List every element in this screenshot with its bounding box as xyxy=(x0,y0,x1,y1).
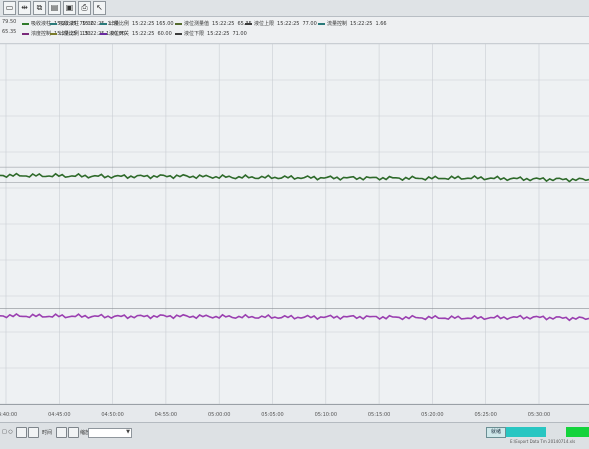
layout-icon[interactable]: ▭ xyxy=(3,1,16,15)
legend-panel: 79.50 65.35 吸收液柱 15:22:25 79.00 吸收液柱 15:22:2… xyxy=(0,17,589,44)
legend-entry: 液位开关 15:22:25 60.00 xyxy=(100,30,172,37)
legend-label: 液位下限 xyxy=(184,31,205,37)
x-tick-label: 05:15:00 xyxy=(367,412,391,418)
legend-swatch xyxy=(100,22,107,25)
legend-swatch xyxy=(50,22,57,25)
status-indicator xyxy=(566,427,589,437)
x-tick-label: 05:25:00 xyxy=(474,412,497,418)
trend-chart[interactable] xyxy=(0,44,589,404)
legend-entry: 计量比例 15:22:25 165.00 xyxy=(100,20,177,27)
legend-value: 60.00 xyxy=(157,31,172,37)
file-path: E:\Export Data Tm 20140714.xls xyxy=(510,439,576,444)
legend-label: 计量比例 xyxy=(109,21,130,27)
legend-swatch xyxy=(245,22,252,25)
zoom-out-icon[interactable] xyxy=(28,427,39,438)
chevron-down-icon: ▼ xyxy=(126,429,130,435)
legend-entry: 液位上限 15:22:25 77.00 xyxy=(245,20,317,27)
copy-icon[interactable]: ⧉ xyxy=(33,1,46,15)
legend-value: 1.66 xyxy=(375,21,387,27)
legend-label: 浓度控制 xyxy=(31,31,52,37)
fit-icon[interactable]: ⇹ xyxy=(18,1,31,15)
x-tick-label: 04:45:00 xyxy=(48,412,71,418)
x-tick-label: 05:20:00 xyxy=(421,412,444,418)
zoom-out-icon-2[interactable] xyxy=(68,427,79,438)
legend-time: 15:22:25 xyxy=(350,21,373,27)
legend-time: 15:22:25 xyxy=(132,31,155,37)
legend-swatch xyxy=(318,22,325,25)
legend-swatch xyxy=(100,32,107,35)
x-tick-label: 05:30:00 xyxy=(527,412,551,418)
legend-label: 流量控制 xyxy=(327,21,348,27)
legend-swatch xyxy=(50,32,57,35)
trend-plot[interactable] xyxy=(0,44,589,404)
x-tick-label: 04:40:00 xyxy=(0,412,18,418)
legend-label: 计量比例 xyxy=(59,31,80,37)
status-button[interactable]: 就绪 xyxy=(486,427,506,438)
legend-time: 15:22:25 xyxy=(207,31,230,37)
zoom-in-icon-2[interactable] xyxy=(56,427,67,438)
time-axis: 04:40:00 04:45:00 04:50:00 04:55:00 05:00:00… xyxy=(0,404,589,423)
time-label: 时间 xyxy=(42,430,53,436)
legend-label: 液位上限 xyxy=(254,21,275,27)
legend-value: 71.00 xyxy=(232,31,247,37)
legend-swatch xyxy=(175,32,182,35)
series-line xyxy=(0,172,589,183)
x-tick-label: 04:55:00 xyxy=(154,412,178,418)
legend-left-value-1: 79.50 xyxy=(2,19,17,25)
legend-entry: 流量控制 15:22:25 1.66 xyxy=(318,20,387,27)
legend-entry: 液位测量值15:22:2565.35 xyxy=(175,20,252,27)
paste-icon[interactable]: ▤ xyxy=(48,1,61,15)
x-tick-label: 05:05:00 xyxy=(261,412,284,418)
legend-swatch xyxy=(175,22,182,25)
x-tick-label: 05:00:00 xyxy=(207,412,231,418)
range-select[interactable]: ▼ xyxy=(88,428,132,438)
progress-indicator xyxy=(506,427,546,437)
zoom-label: □ ○ xyxy=(2,429,13,435)
legend-time: 15:22:25 xyxy=(212,21,235,27)
legend-time: 15:22:25 165.00 xyxy=(132,21,174,27)
lock-icon[interactable]: ▣ xyxy=(63,1,76,15)
legend-label: 吸收液柱 xyxy=(31,21,52,27)
legend-label: 液位测量值 xyxy=(184,21,210,27)
x-tick-label: 05:10:00 xyxy=(314,412,338,418)
legend-swatch xyxy=(22,22,29,25)
legend-entry: 液位下限 15:22:25 71.00 xyxy=(175,30,247,37)
zoom-in-icon[interactable] xyxy=(16,427,27,438)
toolbar: ▭ ⇹ ⧉ ▤ ▣ ⎙ ↖ xyxy=(0,0,589,17)
x-tick-label: 04:50:00 xyxy=(101,412,124,418)
legend-swatch xyxy=(22,32,29,35)
print-icon[interactable]: ⎙ xyxy=(78,1,91,15)
legend-time: 15:22:25 xyxy=(277,21,300,27)
legend-label: 吸收液柱 xyxy=(59,21,80,27)
legend-left-value-2: 65.35 xyxy=(2,29,17,35)
series-line xyxy=(0,313,589,322)
legend-label: 液位开关 xyxy=(109,31,130,37)
bottom-bar: □ ○ 时间 缩放 ▼ 就绪 E:\Export Data Tm 2014071… xyxy=(0,422,589,449)
pointer-icon[interactable]: ↖ xyxy=(93,1,106,15)
legend-value: 77.00 xyxy=(302,21,317,27)
